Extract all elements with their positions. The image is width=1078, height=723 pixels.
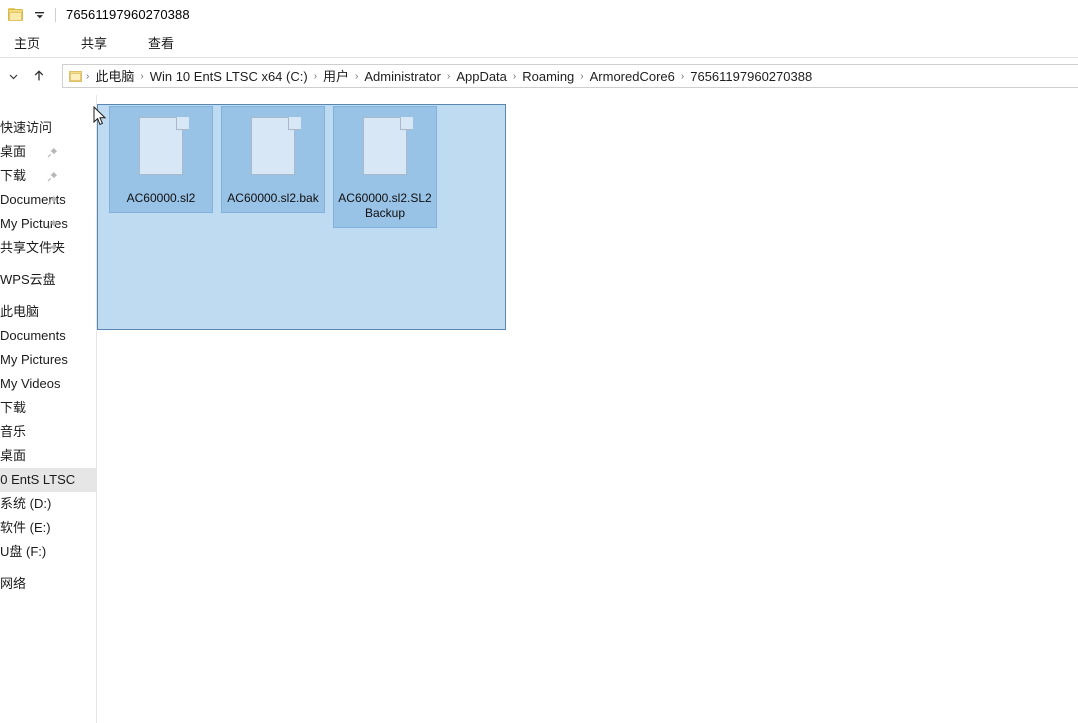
file-icon [245, 115, 301, 183]
address-bar: › 此电脑 › Win 10 EntS LTSC x64 (C:) › 用户 ›… [0, 58, 1078, 94]
breadcrumb-item-drive-c[interactable]: Win 10 EntS LTSC x64 (C:) [145, 66, 313, 87]
nav-label: Documents [0, 328, 66, 343]
breadcrumb-item-appdata[interactable]: AppData [451, 66, 512, 87]
nav-my-pictures[interactable]: My Pictures [0, 212, 97, 236]
pin-icon[interactable] [45, 169, 59, 183]
file-name: AC60000.sl2.bak [227, 191, 319, 205]
nav-pc-my-pictures[interactable]: My Pictures [0, 348, 97, 372]
nav-shared-folder[interactable]: 共享文件夹 [0, 236, 97, 260]
nav-drive-d[interactable]: 系统 (D:) [0, 492, 97, 516]
navigation-pane: 快速访问 桌面 下载 Documents My Pictures 共享文件夹 W… [0, 95, 97, 723]
nav-downloads[interactable]: 下载 [0, 164, 97, 188]
file-item[interactable]: AC60000.sl2.bak [221, 106, 325, 213]
nav-pc-desktop[interactable]: 桌面 [0, 444, 97, 468]
explorer-body: 快速访问 桌面 下载 Documents My Pictures 共享文件夹 W… [0, 95, 1078, 723]
nav-pc-downloads[interactable]: 下载 [0, 396, 97, 420]
nav-drive-c[interactable]: Win 10 EntS LTSC [0, 468, 97, 492]
breadcrumb-item-this-pc[interactable]: 此电脑 [90, 66, 139, 87]
file-item[interactable]: AC60000.sl2 [109, 106, 213, 213]
pin-icon[interactable] [45, 217, 59, 231]
title-bar: 76561197960270388 [0, 0, 1078, 30]
nav-label: 下载 [0, 168, 27, 183]
nav-label: 下载 [0, 400, 27, 415]
nav-this-pc[interactable]: 此电脑 [0, 300, 97, 324]
nav-label: WPS云盘 [0, 272, 56, 287]
nav-label: 软件 (E:) [0, 520, 51, 535]
breadcrumb-item-armoredcore6[interactable]: ArmoredCore6 [585, 66, 680, 87]
nav-label: 桌面 [0, 144, 27, 159]
nav-network[interactable]: 网络 [0, 572, 97, 596]
nav-drive-e[interactable]: 软件 (E:) [0, 516, 97, 540]
tab-share[interactable]: 共享 [76, 32, 112, 56]
file-name: AC60000.sl2.SL2Backup [338, 191, 432, 220]
breadcrumb-item-current[interactable]: 76561197960270388 [685, 66, 817, 87]
tab-home[interactable]: 主页 [9, 32, 45, 56]
breadcrumb-item-users[interactable]: 用户 [318, 66, 354, 87]
file-list-pane[interactable]: AC60000.sl2 AC60000.sl2.bak AC60000.sl2.… [97, 95, 1078, 723]
nav-pc-my-videos[interactable]: My Videos [0, 372, 97, 396]
window-title: 76561197960270388 [66, 7, 190, 22]
nav-label: 快速访问 [0, 120, 53, 135]
tab-view[interactable]: 查看 [143, 32, 179, 56]
nav-pc-documents[interactable]: Documents [0, 324, 97, 348]
file-name: AC60000.sl2 [126, 191, 196, 205]
nav-label: U盘 (F:) [0, 544, 47, 559]
nav-desktop[interactable]: 桌面 [0, 140, 97, 164]
nav-label: My Pictures [0, 352, 68, 367]
nav-label: 桌面 [0, 448, 27, 463]
breadcrumb-folder-icon [69, 70, 83, 82]
nav-label: 系统 (D:) [0, 496, 52, 511]
nav-label: 网络 [0, 576, 27, 591]
ribbon-tab-bar: 主页 共享 查看 [0, 30, 1078, 58]
pin-icon[interactable] [45, 241, 59, 255]
breadcrumb-item-administrator[interactable]: Administrator [359, 66, 446, 87]
navigate-up-arrow-icon[interactable] [28, 65, 50, 87]
quick-access-toolbar-dropdown-icon[interactable] [32, 6, 48, 24]
nav-label: 此电脑 [0, 304, 40, 319]
nav-quick-access[interactable]: 快速访问 [0, 116, 97, 140]
nav-documents[interactable]: Documents [0, 188, 97, 212]
pin-icon[interactable] [45, 145, 59, 159]
nav-wps-cloud[interactable]: WPS云盘 [0, 268, 97, 292]
nav-label: 音乐 [0, 424, 27, 439]
nav-drive-f[interactable]: U盘 (F:) [0, 540, 97, 564]
pin-icon[interactable] [45, 193, 59, 207]
title-separator [55, 8, 56, 22]
recent-locations-chevron-down-icon[interactable] [2, 65, 24, 87]
breadcrumb-bar[interactable]: › 此电脑 › Win 10 EntS LTSC x64 (C:) › 用户 ›… [62, 64, 1078, 88]
folder-icon [8, 8, 24, 22]
file-icon [133, 115, 189, 183]
file-icon [357, 115, 413, 183]
nav-label: Win 10 EntS LTSC [0, 472, 76, 487]
nav-label: My Videos [0, 376, 61, 391]
file-item[interactable]: AC60000.sl2.SL2Backup [333, 106, 437, 228]
nav-pc-music[interactable]: 音乐 [0, 420, 97, 444]
breadcrumb-item-roaming[interactable]: Roaming [517, 66, 579, 87]
